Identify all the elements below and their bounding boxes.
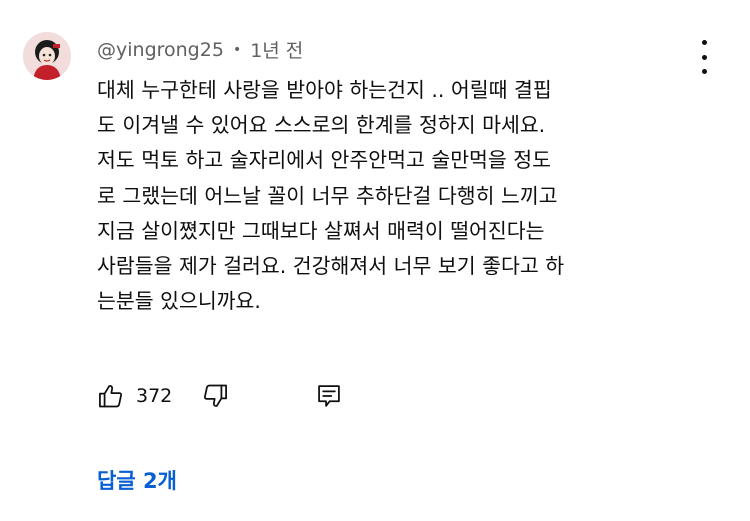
like-count: 372 (136, 385, 173, 407)
comment-line: 지금 살이쪘지만 그때보다 살쪄서 매력이 떨어진다는 (97, 218, 545, 243)
comment-header: @yingrong25 • 1년 전 (97, 36, 303, 63)
separator-dot: • (232, 41, 242, 58)
avatar[interactable] (23, 32, 71, 80)
reply-icon (318, 385, 341, 407)
like-button[interactable] (97, 382, 125, 410)
dislike-button[interactable] (201, 382, 229, 410)
view-replies-button[interactable]: 답글 2개 (97, 465, 177, 495)
comment-line: 사람들을 제가 걸러요. 건강해져서 너무 보기 좋다고 하 (97, 254, 565, 279)
comment-line: 대체 누구한테 사랑을 받아야 하는건지 .. 어릴때 결핍 (97, 78, 552, 102)
comment-line: 도 이겨낼 수 있어요 스스로의 한계를 정하지 마세요. (97, 113, 546, 138)
thumbs-up-icon (99, 385, 122, 408)
reply-button[interactable] (315, 382, 343, 410)
thumbs-down-icon (204, 384, 228, 407)
comment-line: 는분들 있으니까요. (97, 289, 261, 314)
comment-line: 저도 먹토 하고 술자리에서 안주안먹고 술만먹을 정도 (97, 148, 552, 173)
comment-text: 대체 누구한테 사랑을 받아야 하는건지 .. 어릴때 결핍 도 이겨낼 수 있… (97, 73, 697, 319)
comment-time[interactable]: 1년 전 (250, 36, 303, 63)
comment-actions: 372 (97, 379, 343, 413)
author-name[interactable]: @yingrong25 (97, 39, 224, 61)
comment-line: 로 그랬는데 어느날 꼴이 너무 추하단걸 다행히 느끼고 (97, 183, 558, 208)
more-vertical-icon[interactable] (692, 40, 716, 74)
